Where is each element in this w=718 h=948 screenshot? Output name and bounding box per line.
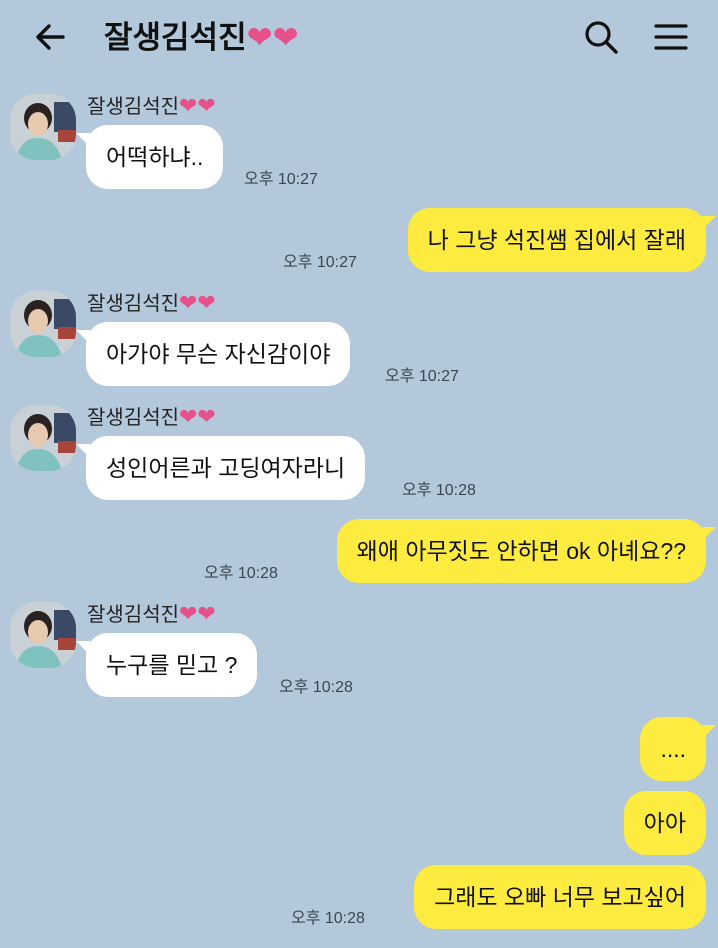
sender-hearts: ❤❤ [179, 602, 216, 627]
message-time: 오후 10:28 [279, 679, 353, 696]
sender-name: 잘생김석진❤❤ [87, 291, 216, 316]
outgoing-message-bubble[interactable]: 왜애 아무짓도 안하면 ok 아녜요?? [336, 519, 716, 583]
sender-hearts: ❤❤ [179, 94, 216, 119]
message-time: 오후 10:27 [385, 368, 459, 385]
incoming-message-bubble[interactable]: 성인어른과 고딩여자라니 [76, 436, 366, 500]
arrow-left-icon [36, 24, 65, 50]
message-time: 오후 10:28 [291, 910, 365, 927]
search-button[interactable] [576, 14, 626, 60]
message-text: 그래도 오빠 너무 보고싶어 [434, 884, 686, 910]
message-time: 오후 10:28 [204, 565, 278, 582]
message-text: 아가야 무슨 자신감이야 [106, 341, 331, 367]
title-hearts: ❤❤ [246, 20, 299, 56]
sender-name: 잘생김석진❤❤ [87, 602, 216, 627]
outgoing-message-bubble[interactable]: 그래도 오빠 너무 보고싶어 [414, 865, 706, 929]
message-time: 오후 10:27 [283, 254, 357, 271]
chat-title-text: 잘생김석진 [104, 20, 247, 56]
avatar[interactable] [10, 94, 76, 160]
message-text: 누구를 믿고 ? [106, 652, 238, 678]
menu-button[interactable] [646, 14, 696, 60]
avatar[interactable] [10, 405, 76, 471]
sender-name: 잘생김석진❤❤ [87, 405, 216, 430]
profile-photo-icon [10, 291, 76, 357]
hamburger-menu-icon [654, 24, 688, 50]
message-text: 어떡하냐.. [106, 144, 204, 170]
incoming-message-bubble[interactable]: 아가야 무슨 자신감이야 [76, 322, 351, 386]
sender-hearts: ❤❤ [179, 405, 216, 430]
message-text: 왜애 아무짓도 안하면 ok 아녜요?? [356, 538, 686, 564]
message-text: .... [660, 736, 686, 762]
profile-photo-icon [10, 94, 76, 160]
chat-title: 잘생김석진❤❤ [104, 16, 299, 60]
sender-hearts: ❤❤ [179, 291, 216, 316]
incoming-message-bubble[interactable]: 어떡하냐.. [76, 125, 224, 189]
profile-photo-icon [10, 602, 76, 668]
chat-header: 잘생김석진❤❤ [0, 0, 718, 76]
message-text: 아아 [643, 810, 686, 836]
back-button[interactable] [24, 17, 76, 57]
search-icon [585, 21, 618, 54]
profile-photo-icon [10, 405, 76, 471]
message-text: 성인어른과 고딩여자라니 [106, 455, 346, 481]
sender-name: 잘생김석진❤❤ [87, 94, 216, 119]
message-time: 오후 10:27 [244, 171, 318, 188]
message-text: 나 그냥 석진쌤 집에서 잘래 [427, 227, 686, 253]
incoming-message-bubble[interactable]: 누구를 믿고 ? [76, 633, 258, 697]
avatar[interactable] [10, 291, 76, 357]
outgoing-message-bubble[interactable]: 아아 [623, 791, 706, 855]
message-time: 오후 10:28 [402, 482, 476, 499]
avatar[interactable] [10, 602, 76, 668]
outgoing-message-bubble[interactable]: 나 그냥 석진쌤 집에서 잘래 [407, 208, 716, 272]
outgoing-message-bubble[interactable]: .... [640, 717, 716, 781]
